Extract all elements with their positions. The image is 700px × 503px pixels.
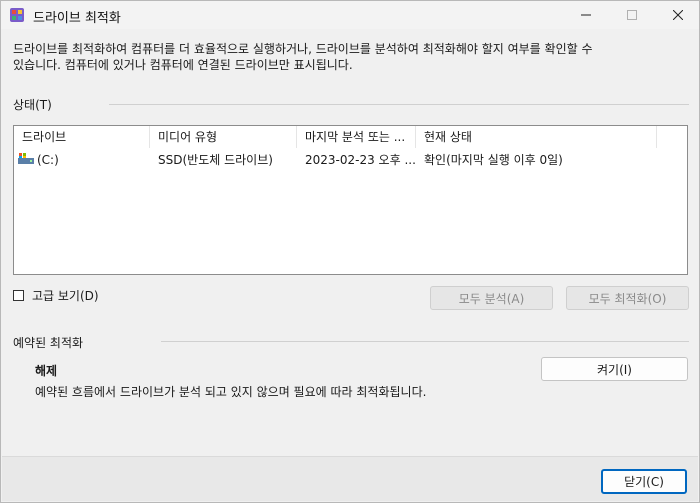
analyze-all-button[interactable]: 모두 분석(A) — [430, 286, 553, 310]
current-status-cell: 확인(마지막 실행 이후 0일) — [424, 153, 563, 167]
turn-on-button[interactable]: 켜기(I) — [541, 357, 688, 381]
drives-list[interactable]: 드라이브 미디어 유형 마지막 분석 또는 ... 현재 상태 (C:) SSD… — [13, 125, 688, 275]
close-window-button[interactable] — [655, 1, 700, 29]
description-line-1: 드라이브를 최적화하여 컴퓨터를 더 효율적으로 실행하거나, 드라이브를 분석… — [13, 42, 593, 56]
media-type-cell: SSD(반도체 드라이브) — [158, 153, 273, 167]
status-section-label: 상태(T) — [13, 98, 52, 112]
maximize-button[interactable] — [609, 1, 655, 29]
column-header-drive[interactable]: 드라이브 — [14, 126, 150, 148]
close-icon — [673, 10, 683, 20]
title-bar[interactable]: 드라이브 최적화 — [1, 1, 699, 29]
optimize-drives-window: 드라이브 최적화 드라이브를 최적화하여 컴퓨터를 더 효율적으로 실행하거나,… — [0, 0, 700, 503]
advanced-view-label: 고급 보기(D) — [32, 289, 99, 303]
status-section-divider — [109, 104, 689, 105]
drive-row[interactable]: (C:) SSD(반도체 드라이브) 2023-02-23 오후 ... 확인(… — [14, 150, 687, 170]
scheduled-description: 예약된 흐름에서 드라이브가 분석 되고 있지 않으며 필요에 따라 최적화됩니… — [35, 385, 427, 399]
drive-name: (C:) — [37, 153, 59, 167]
last-run-cell: 2023-02-23 오후 ... — [305, 153, 416, 167]
drive-icon — [18, 151, 34, 171]
scheduled-section-label: 예약된 최적화 — [13, 336, 84, 350]
description-line-2: 있습니다. 컴퓨터에 있거나 컴퓨터에 연결된 드라이브만 표시됩니다. — [13, 58, 353, 72]
minimize-button[interactable] — [563, 1, 609, 29]
defrag-app-icon — [9, 7, 25, 23]
close-button[interactable]: 닫기(C) — [601, 469, 687, 494]
scheduled-section-divider — [161, 341, 689, 342]
scheduled-state: 해제 — [35, 364, 58, 378]
optimize-all-button[interactable]: 모두 최적화(O) — [566, 286, 689, 310]
column-header-current-status[interactable]: 현재 상태 — [416, 126, 657, 148]
column-header-media-type[interactable]: 미디어 유형 — [150, 126, 297, 148]
drives-list-header: 드라이브 미디어 유형 마지막 분석 또는 ... 현재 상태 — [14, 126, 687, 148]
description-text: 드라이브를 최적화하여 컴퓨터를 더 효율적으로 실행하거나, 드라이브를 분석… — [13, 41, 673, 73]
column-header-last-run[interactable]: 마지막 분석 또는 ... — [297, 126, 416, 148]
advanced-view-checkbox[interactable]: 고급 보기(D) — [13, 287, 99, 304]
window-title: 드라이브 최적화 — [33, 11, 121, 26]
minimize-icon — [581, 14, 591, 16]
advanced-view-checkbox-box[interactable] — [13, 290, 24, 301]
dialog-footer — [2, 456, 698, 501]
drive-cell: (C:) — [14, 150, 150, 170]
maximize-icon — [627, 10, 637, 20]
